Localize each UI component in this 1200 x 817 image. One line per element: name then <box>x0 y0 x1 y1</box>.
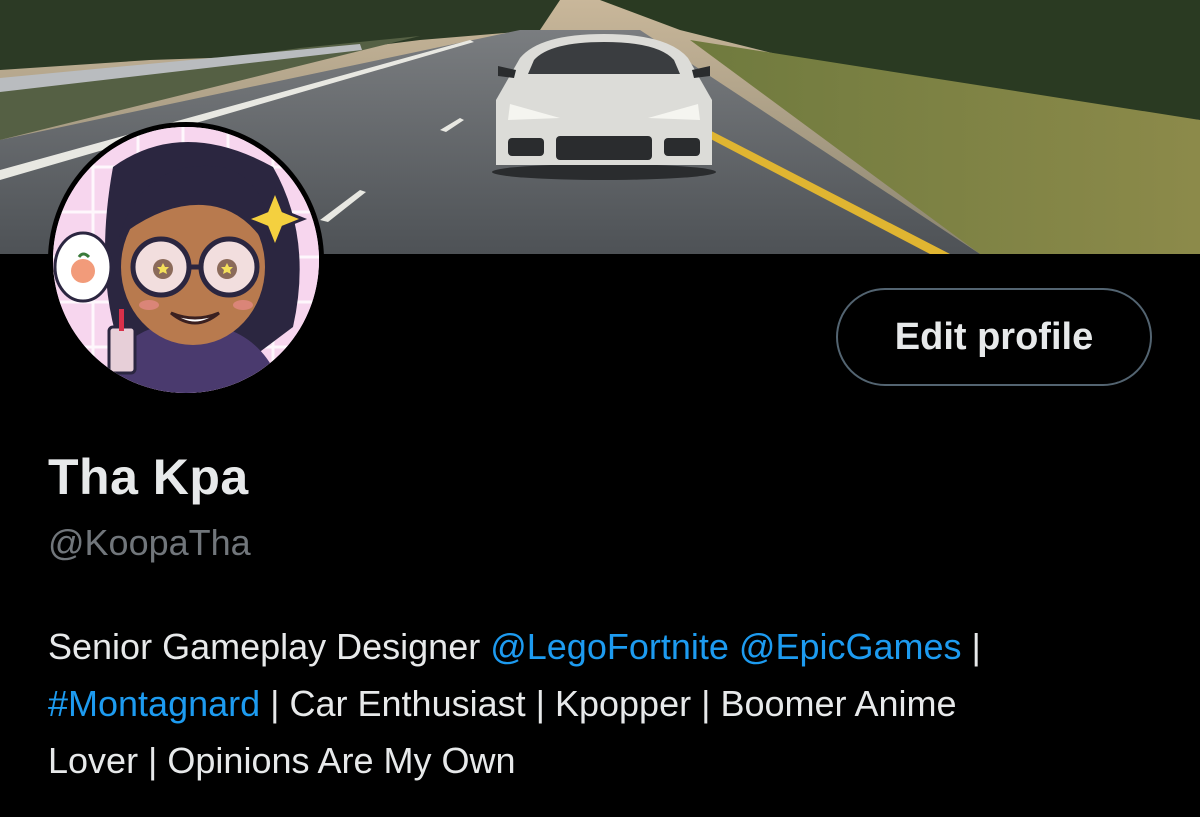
mention-link-epicgames[interactable]: @EpicGames <box>739 626 962 667</box>
bio-text: Senior Gameplay Designer <box>48 626 491 667</box>
bio-separator: | <box>961 626 981 667</box>
username-handle: @KoopaTha <box>48 522 251 563</box>
display-name: Tha Kpa <box>48 449 249 505</box>
avatar[interactable] <box>53 127 319 393</box>
car-illustration <box>492 34 716 180</box>
profile-header: Edit profile Tha Kpa @KoopaTha Senior Ga… <box>0 0 1200 817</box>
avatar-frame[interactable] <box>48 122 324 398</box>
profile-bio: Senior Gameplay Designer @LegoFortnite @… <box>48 618 1158 789</box>
edit-profile-button[interactable]: Edit profile <box>836 288 1152 386</box>
mention-link-legofortnite[interactable]: @LegoFortnite <box>490 626 729 667</box>
bio-text: | Car Enthusiast | Kpopper | Boomer Anim… <box>260 683 957 724</box>
avatar-illustration <box>53 127 319 393</box>
bio-space <box>729 626 739 667</box>
bio-text: Lover | Opinions Are My Own <box>48 740 516 781</box>
hashtag-link-montagnard[interactable]: #Montagnard <box>48 683 260 724</box>
